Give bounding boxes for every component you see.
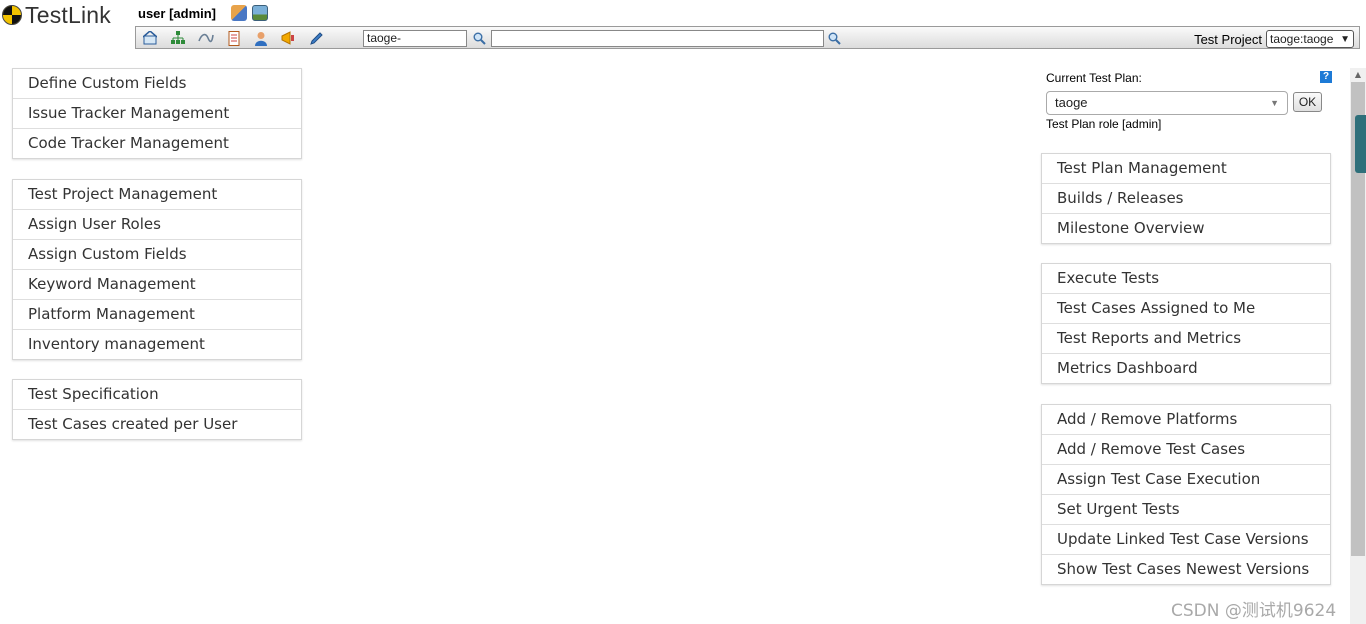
menu-item-update-linked-test-case-versions[interactable]: Update Linked Test Case Versions — [1042, 525, 1330, 555]
menu-item-test-cases-assigned-to-me[interactable]: Test Cases Assigned to Me — [1042, 294, 1330, 324]
search-icon[interactable] — [471, 30, 487, 46]
desktop-icon[interactable] — [252, 5, 268, 21]
menu-item-show-test-cases-newest-versions[interactable]: Show Test Cases Newest Versions — [1042, 555, 1330, 584]
menu-item-assign-user-roles[interactable]: Assign User Roles — [13, 210, 301, 240]
test-plan-contents-menu-group: Add / Remove Platforms Add / Remove Test… — [1041, 404, 1331, 585]
ok-button[interactable]: OK — [1293, 92, 1322, 112]
testlink-logo[interactable]: TestLink — [2, 2, 111, 28]
menu-item-test-project-management[interactable]: Test Project Management — [13, 180, 301, 210]
side-panel-handle[interactable] — [1355, 115, 1366, 173]
menu-item-test-cases-created-per-user[interactable]: Test Cases created per User — [13, 410, 301, 439]
search-text-input[interactable] — [491, 30, 824, 47]
menu-item-milestone-overview[interactable]: Milestone Overview — [1042, 214, 1330, 243]
help-icon[interactable]: ? — [1320, 71, 1332, 83]
test-plan-role: Test Plan role [admin] — [1046, 117, 1162, 131]
menu-item-inventory-management[interactable]: Inventory management — [13, 330, 301, 359]
crash-test-logo-icon — [2, 5, 22, 25]
system-menu-group: Define Custom Fields Issue Tracker Manag… — [12, 68, 302, 159]
menu-item-builds-releases[interactable]: Builds / Releases — [1042, 184, 1330, 214]
home-icon[interactable] — [142, 30, 158, 46]
menu-item-issue-tracker-management[interactable]: Issue Tracker Management — [13, 99, 301, 129]
menu-item-test-plan-management[interactable]: Test Plan Management — [1042, 154, 1330, 184]
project-menu-group: Test Project Management Assign User Role… — [12, 179, 302, 360]
menu-item-execute-tests[interactable]: Execute Tests — [1042, 264, 1330, 294]
test-project-select[interactable]: taoge:taoge ▼ — [1266, 30, 1354, 48]
menu-item-test-specification[interactable]: Test Specification — [13, 380, 301, 410]
logo-text: TestLink — [25, 1, 111, 28]
test-case-id-prefix-input[interactable]: taoge- — [363, 30, 467, 47]
watermark: CSDN @测试机9624 — [1171, 601, 1337, 621]
test-plan-menu-group: Test Plan Management Builds / Releases M… — [1041, 153, 1331, 244]
menu-item-define-custom-fields[interactable]: Define Custom Fields — [13, 69, 301, 99]
user-icon[interactable] — [253, 30, 269, 46]
search-icon[interactable] — [826, 30, 842, 46]
scroll-up-arrow-icon[interactable]: ▲ — [1350, 68, 1366, 82]
menu-item-metrics-dashboard[interactable]: Metrics Dashboard — [1042, 354, 1330, 383]
pencil-icon[interactable] — [308, 30, 324, 46]
megaphone-icon[interactable] — [280, 30, 296, 46]
user-label: user [admin] — [138, 6, 217, 21]
chevron-down-icon: ▼ — [1270, 98, 1279, 108]
menu-item-assign-custom-fields[interactable]: Assign Custom Fields — [13, 240, 301, 270]
menu-item-set-urgent-tests[interactable]: Set Urgent Tests — [1042, 495, 1330, 525]
menu-item-add-remove-test-cases[interactable]: Add / Remove Test Cases — [1042, 435, 1330, 465]
test-plan-value: taoge — [1055, 95, 1088, 110]
chevron-down-icon: ▼ — [1340, 34, 1350, 45]
menu-item-assign-test-case-execution[interactable]: Assign Test Case Execution — [1042, 465, 1330, 495]
notebook-icon[interactable] — [226, 30, 242, 46]
menu-item-keyword-management[interactable]: Keyword Management — [13, 270, 301, 300]
test-plan-select[interactable]: taoge ▼ — [1046, 91, 1288, 115]
test-project-label: Test Project — [1194, 32, 1262, 47]
main-toolbar: taoge- Test Project taoge:taoge ▼ — [135, 26, 1360, 49]
current-test-plan-label: Current Test Plan: — [1046, 71, 1142, 85]
menu-item-code-tracker-management[interactable]: Code Tracker Management — [13, 129, 301, 158]
execution-menu-group: Execute Tests Test Cases Assigned to Me … — [1041, 263, 1331, 384]
logout-icon[interactable] — [231, 5, 247, 21]
menu-item-add-remove-platforms[interactable]: Add / Remove Platforms — [1042, 405, 1330, 435]
specification-menu-group: Test Specification Test Cases created pe… — [12, 379, 302, 440]
test-project-value: taoge:taoge — [1270, 32, 1334, 46]
tree-icon[interactable] — [170, 30, 186, 46]
menu-item-platform-management[interactable]: Platform Management — [13, 300, 301, 330]
link-icon[interactable] — [198, 30, 214, 46]
menu-item-test-reports-and-metrics[interactable]: Test Reports and Metrics — [1042, 324, 1330, 354]
